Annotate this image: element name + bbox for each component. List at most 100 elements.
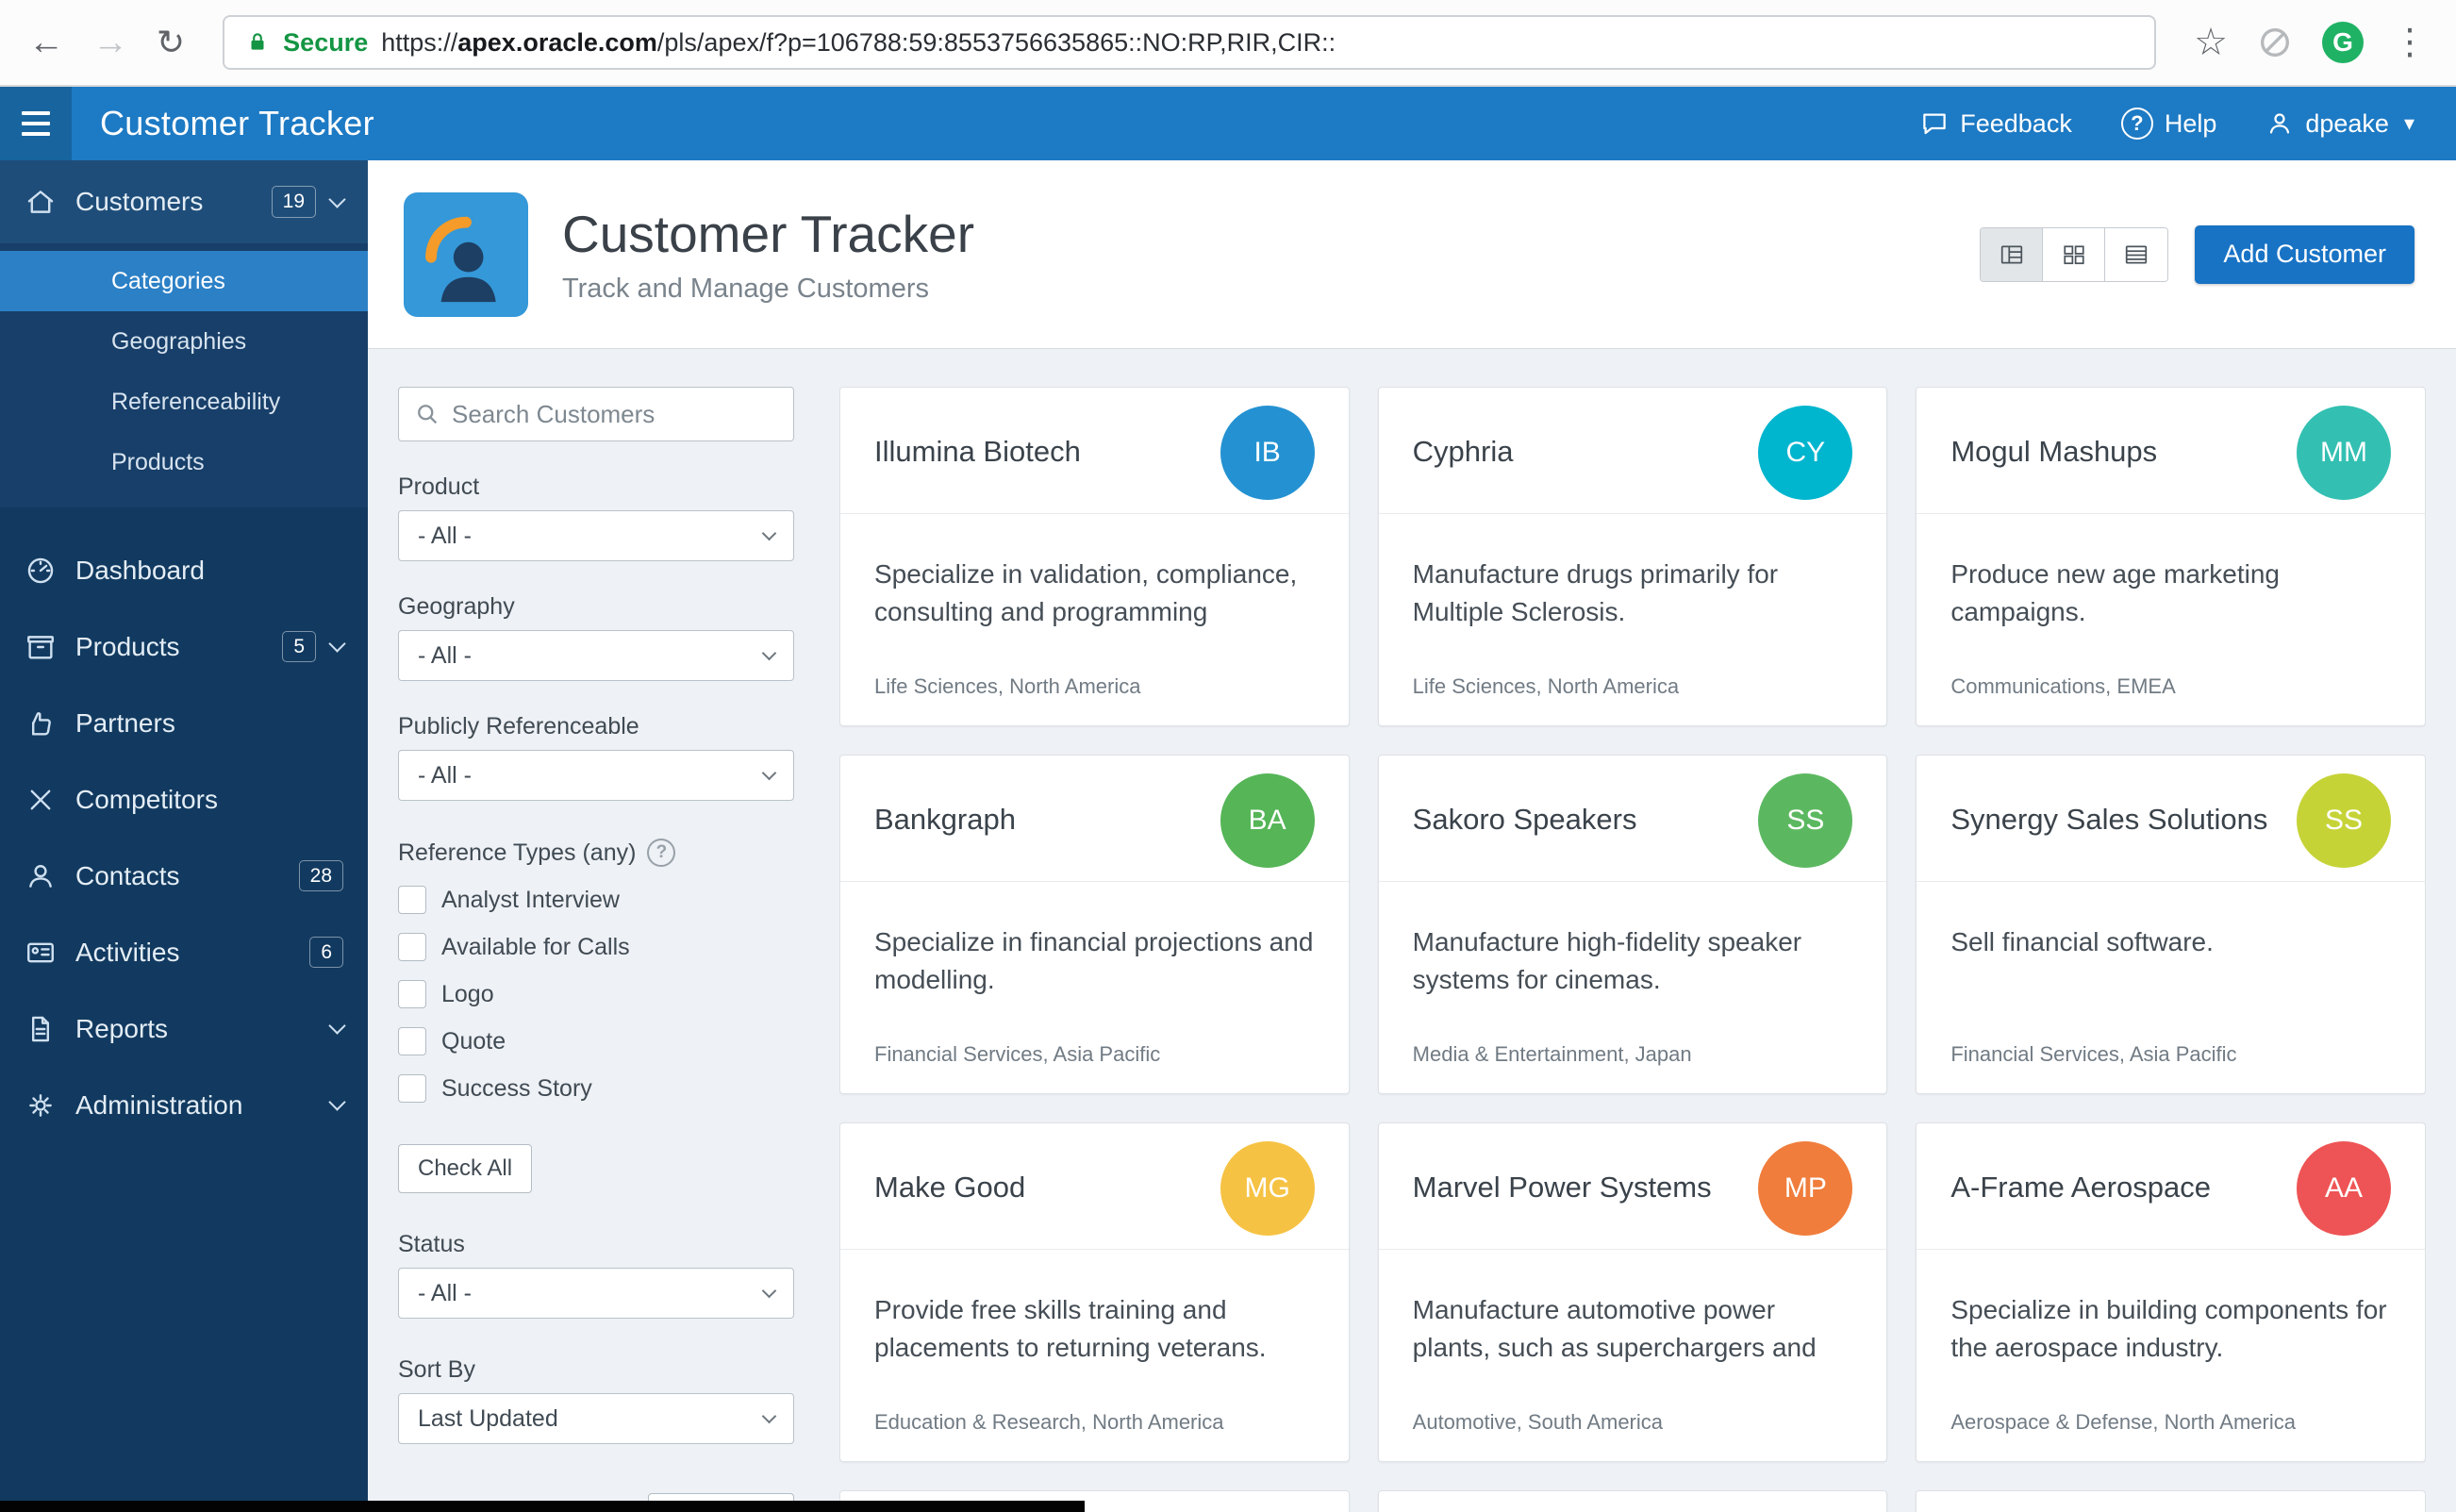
page-title: Customer Tracker xyxy=(562,205,975,263)
customer-card[interactable]: Illumina Biotech IB Specialize in valida… xyxy=(839,387,1350,726)
geography-label: Geography xyxy=(398,593,515,620)
back-icon[interactable]: ← xyxy=(28,25,64,60)
help-label: Help xyxy=(2164,108,2217,138)
product-select[interactable]: - All - xyxy=(398,510,794,561)
dashboard-icon xyxy=(25,555,57,587)
extension-icon[interactable] xyxy=(2256,24,2294,61)
content: Customers 19 Categories Geographies Refe… xyxy=(0,160,2456,1512)
customer-description: Specialize in building components for th… xyxy=(1950,1295,2387,1363)
customer-description: Provide free skills training and placeme… xyxy=(874,1295,1267,1363)
grid-view-button[interactable] xyxy=(2043,227,2106,281)
checkbox-label: Success Story xyxy=(441,1074,592,1102)
customer-description: Manufacture drugs primarily for Multiple… xyxy=(1412,559,1779,627)
success-story-checkbox[interactable] xyxy=(398,1074,426,1103)
referenceable-select-value: - All - xyxy=(418,761,472,789)
customer-card[interactable]: Sakoro Speakers SS Manufacture high-fide… xyxy=(1377,755,1888,1094)
checkbox-row: Success Story xyxy=(398,1074,794,1103)
contacts-count-badge: 28 xyxy=(298,859,343,892)
feedback-label: Feedback xyxy=(1960,108,2072,138)
logo-checkbox[interactable] xyxy=(398,980,426,1008)
help-button[interactable]: ? Help xyxy=(2120,108,2217,140)
sidebar-item-geographies[interactable]: Geographies xyxy=(0,311,368,372)
bookmark-star-icon[interactable]: ☆ xyxy=(2194,24,2228,61)
sidebar-item-customers[interactable]: Customers 19 xyxy=(0,160,368,243)
available-for-calls-checkbox[interactable] xyxy=(398,933,426,961)
card-head: Cyphria CY xyxy=(1378,388,1887,514)
analyst-interview-checkbox[interactable] xyxy=(398,886,426,914)
sort-select[interactable]: Last Updated xyxy=(398,1393,794,1444)
geography-select[interactable]: - All - xyxy=(398,630,794,681)
sidebar-item-label: Administration xyxy=(75,1089,243,1120)
card-head: Mogul Mashups MM xyxy=(1917,388,2425,514)
sidebar-item-reports[interactable]: Reports xyxy=(0,990,368,1067)
reports-icon xyxy=(25,1013,57,1045)
customer-card[interactable]: Bankgraph BA Specialize in financial pro… xyxy=(839,755,1350,1094)
lock-icon xyxy=(245,30,270,55)
user-icon xyxy=(2265,109,2294,138)
sidebar-item-competitors[interactable]: Competitors xyxy=(0,761,368,838)
sidebar-item-administration[interactable]: Administration xyxy=(0,1067,368,1143)
customer-initials: SS xyxy=(1786,804,1825,836)
customer-meta: Communications, EMEA xyxy=(1950,674,2176,698)
referenceable-select[interactable]: - All - xyxy=(398,750,794,801)
table-view-button[interactable] xyxy=(2105,227,2168,281)
sidebar-item-contacts[interactable]: Contacts 28 xyxy=(0,838,368,914)
product-label: Product xyxy=(398,474,480,500)
cards-grid: Illumina Biotech IB Specialize in valida… xyxy=(839,387,2426,1512)
add-customer-button[interactable]: Add Customer xyxy=(2195,224,2415,284)
sidebar-subitems: Categories Geographies Referenceability … xyxy=(0,243,368,492)
header-actions: Feedback ? Help dpeake ▾ xyxy=(1920,108,2456,140)
sidebar-group-customers: Customers 19 Categories Geographies Refe… xyxy=(0,160,368,507)
customer-card[interactable]: Synergy Sales Solutions SS Sell financia… xyxy=(1916,755,2426,1094)
customer-card[interactable]: Mogul Mashups MM Produce new age marketi… xyxy=(1916,387,2426,726)
customer-initials: CY xyxy=(1785,436,1826,468)
address-bar[interactable]: Secure https://apex.oracle.com/pls/apex/… xyxy=(223,15,2157,70)
customer-card[interactable]: Marvel Power Systems MP Manufacture auto… xyxy=(1377,1122,1888,1462)
customer-card[interactable]: Cyphria CY Manufacture drugs primarily f… xyxy=(1377,387,1888,726)
customer-avatar: MM xyxy=(2297,405,2391,500)
forward-icon[interactable]: → xyxy=(92,25,128,60)
customer-meta: Financial Services, Asia Pacific xyxy=(1950,1042,2237,1066)
sidebar-item-products[interactable]: Products 5 xyxy=(0,608,368,685)
checkbox-label: Analyst Interview xyxy=(441,886,620,913)
customer-card[interactable]: A-Frame Aerospace AA Specialize in build… xyxy=(1916,1122,2426,1462)
grammarly-icon[interactable]: G xyxy=(2322,22,2364,63)
feedback-bubble-icon xyxy=(1920,109,1949,138)
customer-initials: AA xyxy=(2324,1171,2364,1204)
feedback-button[interactable]: Feedback xyxy=(1920,109,2072,139)
user-menu[interactable]: dpeake ▾ xyxy=(2265,109,2415,139)
search-input[interactable] xyxy=(452,399,778,429)
page-subtitle: Track and Manage Customers xyxy=(562,274,929,304)
cards-view-button[interactable] xyxy=(1981,227,2044,281)
quote-checkbox[interactable] xyxy=(398,1027,426,1055)
sidebar-item-referenceability[interactable]: Referenceability xyxy=(0,372,368,432)
customer-card-partial[interactable] xyxy=(1377,1490,1888,1512)
customer-meta: Life Sciences, North America xyxy=(1412,674,1680,698)
sidebar-item-products-sub[interactable]: Products xyxy=(0,432,368,492)
check-all-button[interactable]: Check All xyxy=(398,1144,533,1193)
help-icon[interactable]: ? xyxy=(647,839,676,867)
sidebar-item-dashboard[interactable]: Dashboard xyxy=(0,532,368,608)
customer-description: Produce new age marketing campaigns. xyxy=(1950,559,2280,627)
customer-avatar: IB xyxy=(1220,405,1315,500)
customer-card-partial[interactable] xyxy=(1916,1490,2426,1512)
sidebar-item-label: Dashboard xyxy=(75,555,205,585)
url-text: https://apex.oracle.com/pls/apex/f?p=106… xyxy=(381,28,1336,58)
nav-menu-button[interactable] xyxy=(0,87,72,160)
sidebar-item-label: Customers xyxy=(75,187,204,216)
customer-description: Specialize in validation, compliance, co… xyxy=(874,559,1298,627)
customer-initials: BA xyxy=(1248,804,1286,836)
checkbox-row: Quote xyxy=(398,1027,794,1055)
sidebar-item-activities[interactable]: Activities 6 xyxy=(0,914,368,990)
reload-icon[interactable]: ↻ xyxy=(157,25,185,59)
customer-avatar: MG xyxy=(1220,1140,1315,1236)
url-scheme: https:// xyxy=(381,27,458,57)
status-select[interactable]: - All - xyxy=(398,1268,794,1319)
sidebar-item-categories[interactable]: Categories xyxy=(0,251,368,311)
checkbox-label: Available for Calls xyxy=(441,933,630,960)
subitem-label: Categories xyxy=(111,267,225,294)
browser-menu-icon[interactable]: ⋮ xyxy=(2392,25,2428,60)
chevron-down-icon xyxy=(761,1408,777,1423)
sidebar-item-partners[interactable]: Partners xyxy=(0,685,368,761)
customer-card[interactable]: Make Good MG Provide free skills trainin… xyxy=(839,1122,1350,1462)
